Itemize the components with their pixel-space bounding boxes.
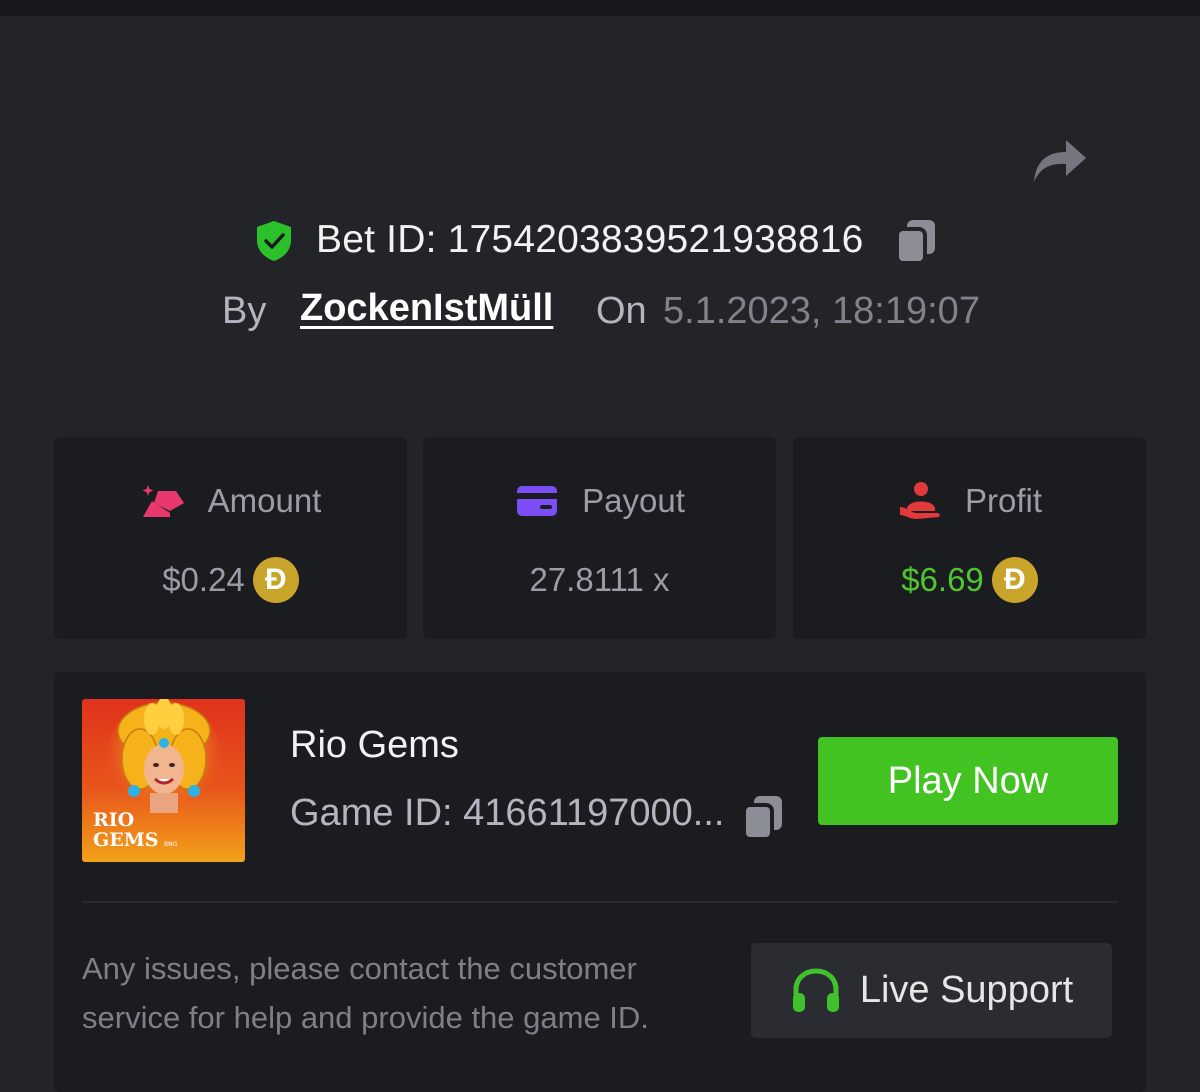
thumbnail-title-line2: GEMS: [93, 829, 158, 851]
live-support-label: Live Support: [859, 969, 1074, 1011]
bet-datetime: 5.1.2023, 18:19:07: [663, 290, 980, 332]
share-icon[interactable]: [1028, 130, 1090, 188]
profit-card: Profit $6.69 Ð: [793, 437, 1146, 639]
headset-icon: [792, 967, 839, 1012]
game-panel: RIO GEMS BNG Rio Gems Game ID: 416611970…: [54, 672, 1146, 1092]
username-link[interactable]: ZockenIstMüll: [300, 287, 553, 330]
game-thumbnail[interactable]: RIO GEMS BNG: [82, 699, 245, 862]
doge-coin-icon: Ð: [252, 557, 299, 603]
bet-meta-row: By ZockenIstMüll On 5.1.2023, 18:19:07: [0, 284, 1200, 340]
thumbnail-brand: BNG: [164, 841, 178, 848]
bet-id-row: Bet ID: 1754203839521938816: [0, 212, 1200, 268]
game-id: Game ID: 41661197000...: [290, 792, 725, 834]
payout-card: Payout 27.8111 x: [423, 437, 776, 639]
amount-value: $0.24: [162, 561, 245, 598]
copy-bet-id-icon[interactable]: [893, 216, 939, 266]
profit-label: Profit: [964, 482, 1043, 519]
top-bar: [0, 0, 1200, 16]
payout-label: Payout: [582, 482, 685, 519]
profit-icon: [899, 482, 940, 519]
payout-value: 27.8111 x: [529, 561, 670, 598]
live-support-button[interactable]: Live Support: [751, 943, 1112, 1038]
bet-id: Bet ID: 1754203839521938816: [316, 218, 864, 261]
profit-value: $6.69: [901, 561, 984, 598]
doge-coin-icon: Ð: [991, 557, 1038, 603]
game-name: Rio Gems: [290, 724, 459, 766]
amount-icon: [142, 485, 184, 517]
payout-card-icon: [517, 486, 558, 516]
amount-card: Amount $0.24 Ð: [54, 437, 407, 639]
thumbnail-title-line1: RIO: [93, 809, 134, 831]
divider: [82, 901, 1118, 903]
by-label: By: [222, 290, 267, 332]
verified-shield-icon: [255, 220, 293, 262]
copy-game-id-icon[interactable]: [740, 792, 786, 842]
support-message: Any issues, please contact the customer …: [82, 951, 649, 1035]
on-label: On: [596, 290, 647, 332]
amount-label: Amount: [207, 482, 322, 519]
play-now-button[interactable]: Play Now: [818, 737, 1118, 825]
